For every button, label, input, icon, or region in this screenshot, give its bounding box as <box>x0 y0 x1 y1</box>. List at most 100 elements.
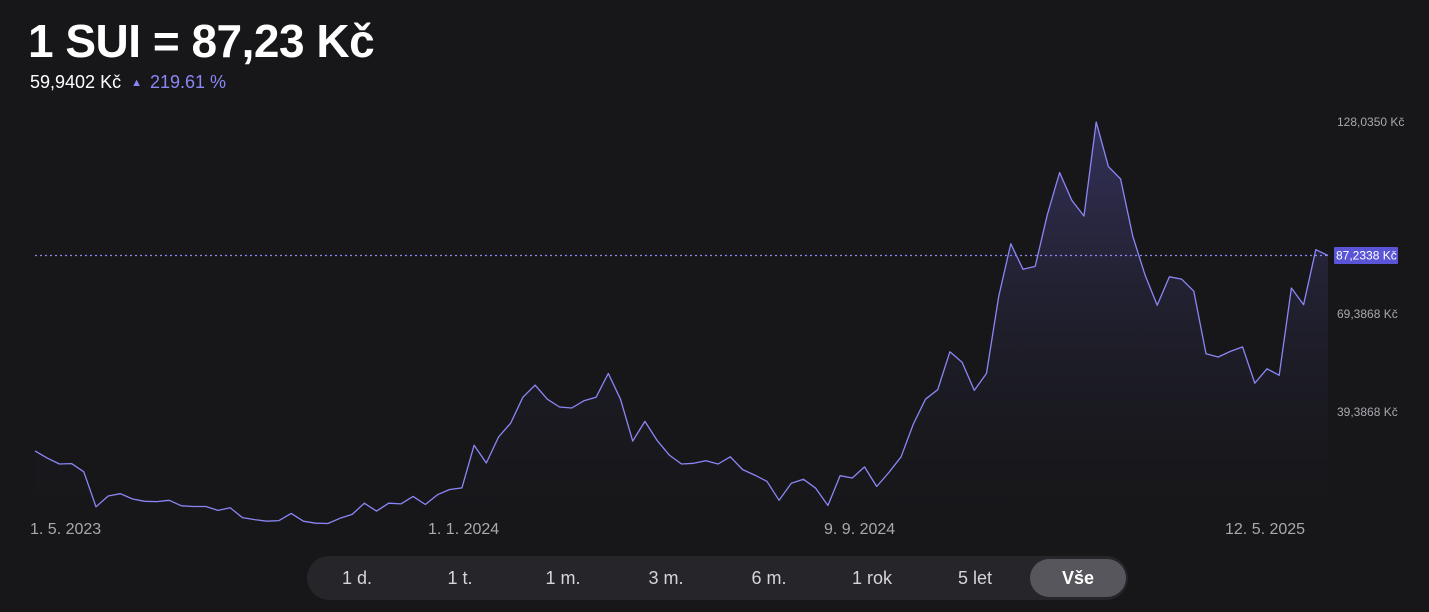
y-axis: 128,0350 Kč 69,3868 Kč 39,3868 Kč 87,2338 K… <box>1334 115 1404 419</box>
current-price-label: 87,2338 Kč <box>1336 248 1397 262</box>
data-point <box>1315 249 1317 251</box>
range-all-button[interactable]: Vše <box>1030 559 1126 597</box>
price-widget: 1 SUI = 87,23 Kč 59,9402 Kč ▲ 219.61 % 1… <box>0 0 1429 612</box>
x-tick-label: 1. 5. 2023 <box>30 521 101 538</box>
data-point <box>1242 346 1244 348</box>
data-point <box>1327 255 1329 257</box>
data-point <box>278 520 280 522</box>
data-point <box>681 463 683 465</box>
data-point <box>181 505 183 507</box>
data-point <box>864 466 866 468</box>
range-3m-button[interactable]: 3 m. <box>618 559 714 597</box>
data-point <box>1169 276 1171 278</box>
data-point <box>498 436 500 438</box>
data-point <box>290 513 292 515</box>
data-point <box>705 460 707 462</box>
data-point <box>339 518 341 520</box>
data-point <box>266 520 268 522</box>
data-point <box>656 440 658 442</box>
data-point <box>766 481 768 483</box>
data-point <box>193 506 195 508</box>
price-chart[interactable]: 128,0350 Kč 69,3868 Kč 39,3868 Kč 87,2338 K… <box>0 0 1429 545</box>
data-point <box>815 487 817 489</box>
range-5y-button[interactable]: 5 let <box>927 559 1023 597</box>
x-tick-label: 9. 9. 2024 <box>824 521 895 538</box>
data-point <box>510 422 512 424</box>
data-point <box>1181 278 1183 280</box>
data-point <box>156 501 158 503</box>
data-point <box>400 503 402 505</box>
data-point <box>595 396 597 398</box>
data-point <box>559 406 561 408</box>
data-point <box>620 398 622 400</box>
data-point <box>425 504 427 506</box>
data-point <box>754 474 756 476</box>
y-tick-label: 128,0350 Kč <box>1337 115 1404 129</box>
data-point <box>120 493 122 495</box>
data-point <box>632 440 634 442</box>
y-tick-label: 69,3868 Kč <box>1337 307 1398 321</box>
data-point <box>34 450 36 452</box>
data-point <box>608 373 610 375</box>
range-1m-button[interactable]: 1 m. <box>515 559 611 597</box>
data-point <box>412 496 414 498</box>
data-point <box>717 463 719 465</box>
data-point <box>998 296 1000 298</box>
data-point <box>1071 200 1073 202</box>
data-point <box>205 506 207 508</box>
data-point <box>1120 178 1122 180</box>
data-point <box>547 398 549 400</box>
data-point <box>59 463 61 465</box>
data-point <box>986 373 988 375</box>
range-6m-button[interactable]: 6 m. <box>721 559 817 597</box>
x-tick-label: 12. 5. 2025 <box>1225 521 1305 538</box>
data-point <box>925 398 927 400</box>
data-point <box>144 501 146 503</box>
data-point <box>1230 351 1232 353</box>
data-point <box>46 457 48 459</box>
data-point <box>1217 356 1219 358</box>
data-point <box>730 456 732 458</box>
data-point <box>583 400 585 402</box>
data-point <box>242 517 244 519</box>
range-1y-button[interactable]: 1 rok <box>824 559 920 597</box>
data-point <box>937 389 939 391</box>
data-point <box>71 463 73 465</box>
data-point <box>1034 266 1036 268</box>
data-point <box>1010 243 1012 245</box>
data-point <box>364 502 366 504</box>
data-point <box>1156 305 1158 307</box>
data-point <box>839 475 841 477</box>
data-point <box>791 483 793 485</box>
data-point <box>132 498 134 500</box>
data-point <box>217 510 219 512</box>
range-1w-button[interactable]: 1 t. <box>412 559 508 597</box>
data-point <box>949 351 951 353</box>
data-point <box>168 500 170 502</box>
data-point <box>461 487 463 489</box>
data-point <box>900 456 902 458</box>
data-point <box>852 477 854 479</box>
data-point <box>827 505 829 507</box>
range-1d-button[interactable]: 1 d. <box>309 559 405 597</box>
data-point <box>315 522 317 524</box>
data-point <box>644 421 646 423</box>
data-point <box>1083 215 1085 217</box>
data-point <box>534 384 536 386</box>
data-point <box>351 514 353 516</box>
data-point <box>449 489 451 491</box>
data-point <box>1278 375 1280 377</box>
data-point <box>974 390 976 392</box>
data-point <box>376 510 378 512</box>
data-point <box>1022 269 1024 271</box>
data-point <box>1108 166 1110 168</box>
data-point <box>961 361 963 363</box>
data-point <box>388 502 390 504</box>
data-point <box>486 462 488 464</box>
data-point <box>254 519 256 521</box>
data-point <box>1193 290 1195 292</box>
data-point <box>876 486 878 488</box>
data-point <box>1144 274 1146 276</box>
data-point <box>693 463 695 465</box>
time-range-selector: 1 d. 1 t. 1 m. 3 m. 6 m. 1 rok 5 let Vše <box>307 556 1128 600</box>
